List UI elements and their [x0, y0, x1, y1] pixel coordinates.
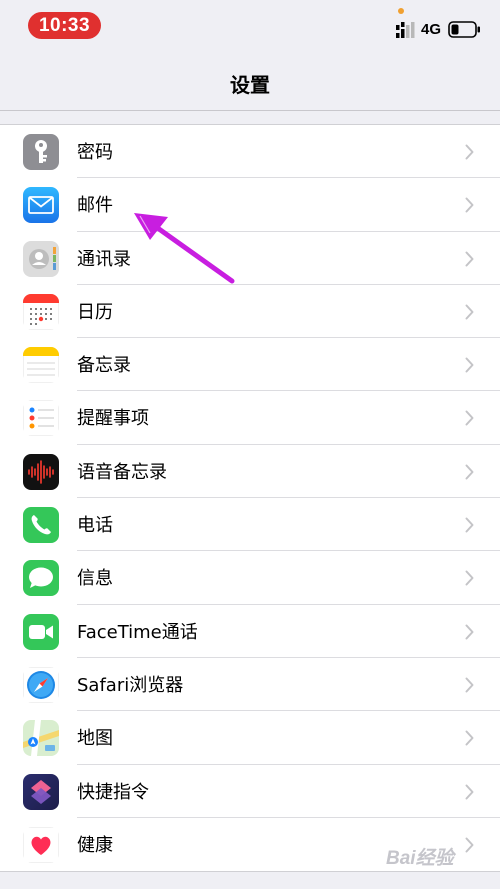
chevron-right-icon	[465, 677, 474, 693]
settings-row-facetime[interactable]: FaceTime通话	[0, 605, 500, 658]
settings-row-maps[interactable]: 地图	[0, 711, 500, 765]
chevron-right-icon	[465, 517, 474, 533]
privacy-indicator-dot	[398, 8, 404, 14]
chevron-right-icon	[465, 624, 474, 640]
cellular-signal-icon	[396, 22, 415, 38]
battery-icon	[448, 21, 480, 38]
calendar-icon	[23, 293, 59, 330]
chevron-right-icon	[465, 304, 474, 320]
mail-icon	[23, 187, 59, 224]
chevron-right-icon	[465, 410, 474, 426]
time-display: 10:33	[28, 12, 101, 39]
settings-row-notes[interactable]: 备忘录	[0, 338, 500, 392]
phone-icon	[23, 507, 59, 544]
chevron-right-icon	[465, 251, 474, 267]
settings-row-messages[interactable]: 信息	[0, 551, 500, 605]
network-type: 4G	[421, 21, 442, 38]
messages-icon	[23, 560, 59, 597]
chevron-right-icon	[465, 837, 474, 853]
settings-row-label: 备忘录	[77, 355, 131, 377]
settings-row-reminders[interactable]: 提醒事项	[0, 391, 500, 445]
key-icon	[23, 134, 59, 170]
reminders-icon	[23, 400, 59, 437]
settings-row-label: FaceTime通话	[77, 621, 198, 643]
voice-memos-icon	[23, 453, 59, 490]
settings-row-label: 语音备忘录	[77, 461, 167, 483]
chevron-right-icon	[465, 730, 474, 746]
safari-icon	[23, 666, 59, 703]
shortcuts-icon	[23, 773, 59, 810]
page-title: 设置	[230, 73, 270, 97]
settings-row-voice-memos[interactable]: 语音备忘录	[0, 445, 500, 499]
settings-row-passwords[interactable]: 密码	[0, 125, 500, 179]
settings-row-calendar[interactable]: 日历	[0, 285, 500, 339]
settings-row-label: 通讯录	[77, 248, 131, 270]
facetime-icon	[23, 613, 59, 650]
settings-row-label: 密码	[77, 142, 113, 163]
health-icon	[23, 826, 59, 863]
settings-row-label: Safari浏览器	[77, 674, 184, 696]
notes-icon	[23, 347, 59, 384]
status-bar: 10:33 4G	[0, 0, 500, 52]
settings-row-label: 电话	[77, 515, 113, 537]
chevron-right-icon	[465, 197, 474, 213]
chevron-right-icon	[465, 784, 474, 800]
settings-row-label: 信息	[77, 568, 113, 590]
maps-icon	[23, 720, 59, 757]
chevron-right-icon	[465, 144, 474, 160]
settings-row-label: 日历	[77, 301, 113, 323]
chevron-right-icon	[465, 464, 474, 480]
watermark: Bai经验	[386, 848, 454, 869]
settings-row-shortcuts[interactable]: 快捷指令	[0, 765, 500, 818]
chevron-right-icon	[465, 357, 474, 373]
chevron-right-icon	[465, 570, 474, 586]
settings-row-label: 提醒事项	[77, 408, 149, 430]
settings-row-label: 健康	[77, 834, 113, 856]
settings-row-label: 邮件	[77, 195, 113, 217]
settings-row-phone[interactable]: 电话	[0, 498, 500, 552]
settings-row-mail[interactable]: 邮件	[0, 178, 500, 232]
settings-row-label: 快捷指令	[77, 781, 149, 803]
settings-row-label: 地图	[77, 728, 113, 750]
settings-list: 密码 邮件 通讯录 日历 备忘录 提醒事项 语音备忘录 电话 信息 FaceTi…	[0, 124, 500, 873]
contacts-icon	[23, 240, 59, 277]
settings-row-contacts[interactable]: 通讯录	[0, 232, 500, 285]
nav-divider	[0, 110, 500, 111]
settings-row-safari[interactable]: Safari浏览器	[0, 658, 500, 712]
